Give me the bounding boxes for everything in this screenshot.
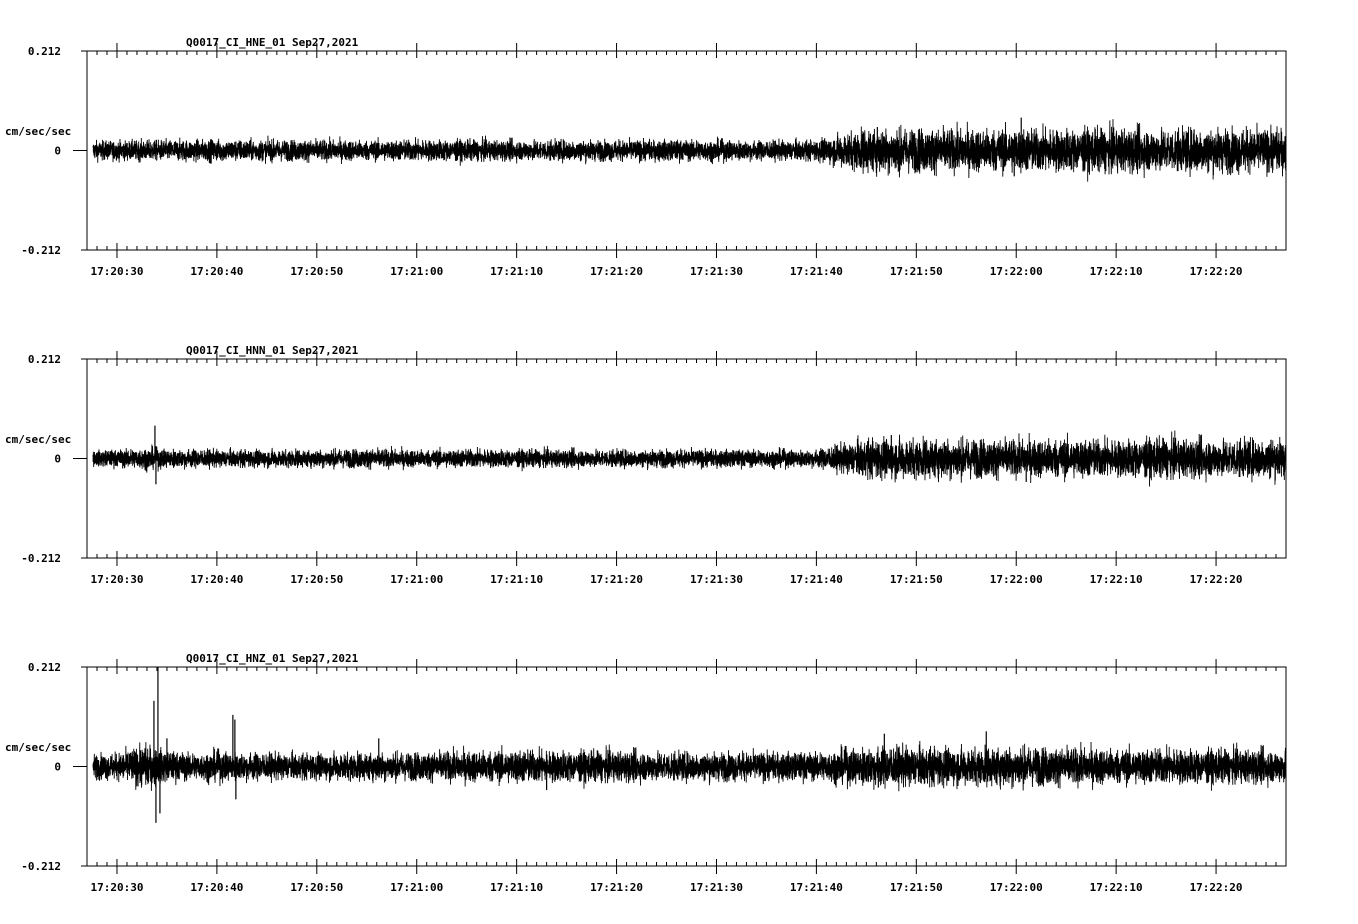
waveform-trace bbox=[92, 741, 1287, 792]
x-tick-label: 17:21:20 bbox=[590, 573, 643, 586]
x-tick-label: 17:21:10 bbox=[490, 573, 543, 586]
y-tick-label: 0 bbox=[54, 761, 61, 774]
y-axis-label: cm/sec/sec bbox=[5, 741, 71, 754]
y-axis-label: cm/sec/sec bbox=[5, 125, 71, 138]
x-tick-label: 17:22:00 bbox=[990, 265, 1043, 278]
seismogram-figure: Q0017_CI_HNE_01 Sep27,2021 0.212 0 -0.212 cm… bbox=[5, 36, 1287, 894]
y-tick-label: -0.212 bbox=[21, 860, 61, 873]
x-tick-label: 17:21:40 bbox=[790, 265, 843, 278]
x-tick-label: 17:21:50 bbox=[890, 265, 943, 278]
x-tick-label: 17:21:30 bbox=[690, 265, 743, 278]
x-tick-label: 17:22:00 bbox=[990, 573, 1043, 586]
seismogram-panel-3: Q0017_CI_HNZ_01 Sep27,2021 0.212 0 -0.212 cm… bbox=[5, 652, 1287, 894]
x-tick-label: 17:22:10 bbox=[1090, 881, 1143, 894]
x-tick-label: 17:21:20 bbox=[590, 265, 643, 278]
x-tick-label: 17:20:30 bbox=[90, 573, 143, 586]
x-tick-label: 17:22:10 bbox=[1090, 265, 1143, 278]
seismogram-panel-1: Q0017_CI_HNE_01 Sep27,2021 0.212 0 -0.212 cm… bbox=[5, 36, 1287, 278]
waveform-trace bbox=[92, 430, 1287, 487]
x-tick-label: 17:20:50 bbox=[290, 573, 343, 586]
x-tick-label: 17:20:40 bbox=[190, 573, 243, 586]
x-tick-label: 17:21:50 bbox=[890, 573, 943, 586]
waveform-trace bbox=[92, 119, 1287, 182]
x-tick-label: 17:20:50 bbox=[290, 881, 343, 894]
x-tick-label: 17:20:50 bbox=[290, 265, 343, 278]
x-tick-label: 17:20:30 bbox=[90, 265, 143, 278]
panel-title: Q0017_CI_HNN_01 Sep27,2021 bbox=[186, 344, 359, 357]
x-tick-label: 17:20:40 bbox=[190, 265, 243, 278]
x-tick-label: 17:21:10 bbox=[490, 881, 543, 894]
y-tick-label: 0.212 bbox=[28, 661, 61, 674]
seismogram-panel-2: Q0017_CI_HNN_01 Sep27,2021 0.212 0 -0.212 cm… bbox=[5, 344, 1287, 586]
y-axis-label: cm/sec/sec bbox=[5, 433, 71, 446]
x-tick-label: 17:21:00 bbox=[390, 265, 443, 278]
y-tick-label: -0.212 bbox=[21, 552, 61, 565]
y-tick-label: 0.212 bbox=[28, 45, 61, 58]
x-tick-label: 17:20:30 bbox=[90, 881, 143, 894]
x-tick-label: 17:21:30 bbox=[690, 573, 743, 586]
x-tick-label: 17:22:10 bbox=[1090, 573, 1143, 586]
x-tick-label: 17:22:20 bbox=[1190, 881, 1243, 894]
panel-title: Q0017_CI_HNZ_01 Sep27,2021 bbox=[186, 652, 359, 665]
x-tick-label: 17:21:30 bbox=[690, 881, 743, 894]
y-tick-label: -0.212 bbox=[21, 244, 61, 257]
y-tick-label: 0 bbox=[54, 145, 61, 158]
x-tick-label: 17:20:40 bbox=[190, 881, 243, 894]
panel-title: Q0017_CI_HNE_01 Sep27,2021 bbox=[186, 36, 359, 49]
x-tick-label: 17:22:20 bbox=[1190, 573, 1243, 586]
x-tick-label: 17:21:20 bbox=[590, 881, 643, 894]
x-tick-label: 17:21:50 bbox=[890, 881, 943, 894]
x-tick-label: 17:21:40 bbox=[790, 573, 843, 586]
x-tick-label: 17:22:00 bbox=[990, 881, 1043, 894]
x-tick-label: 17:21:00 bbox=[390, 881, 443, 894]
x-tick-label: 17:21:10 bbox=[490, 265, 543, 278]
x-tick-label: 17:21:40 bbox=[790, 881, 843, 894]
x-tick-label: 17:22:20 bbox=[1190, 265, 1243, 278]
y-tick-label: 0.212 bbox=[28, 353, 61, 366]
x-tick-label: 17:21:00 bbox=[390, 573, 443, 586]
y-tick-label: 0 bbox=[54, 453, 61, 466]
